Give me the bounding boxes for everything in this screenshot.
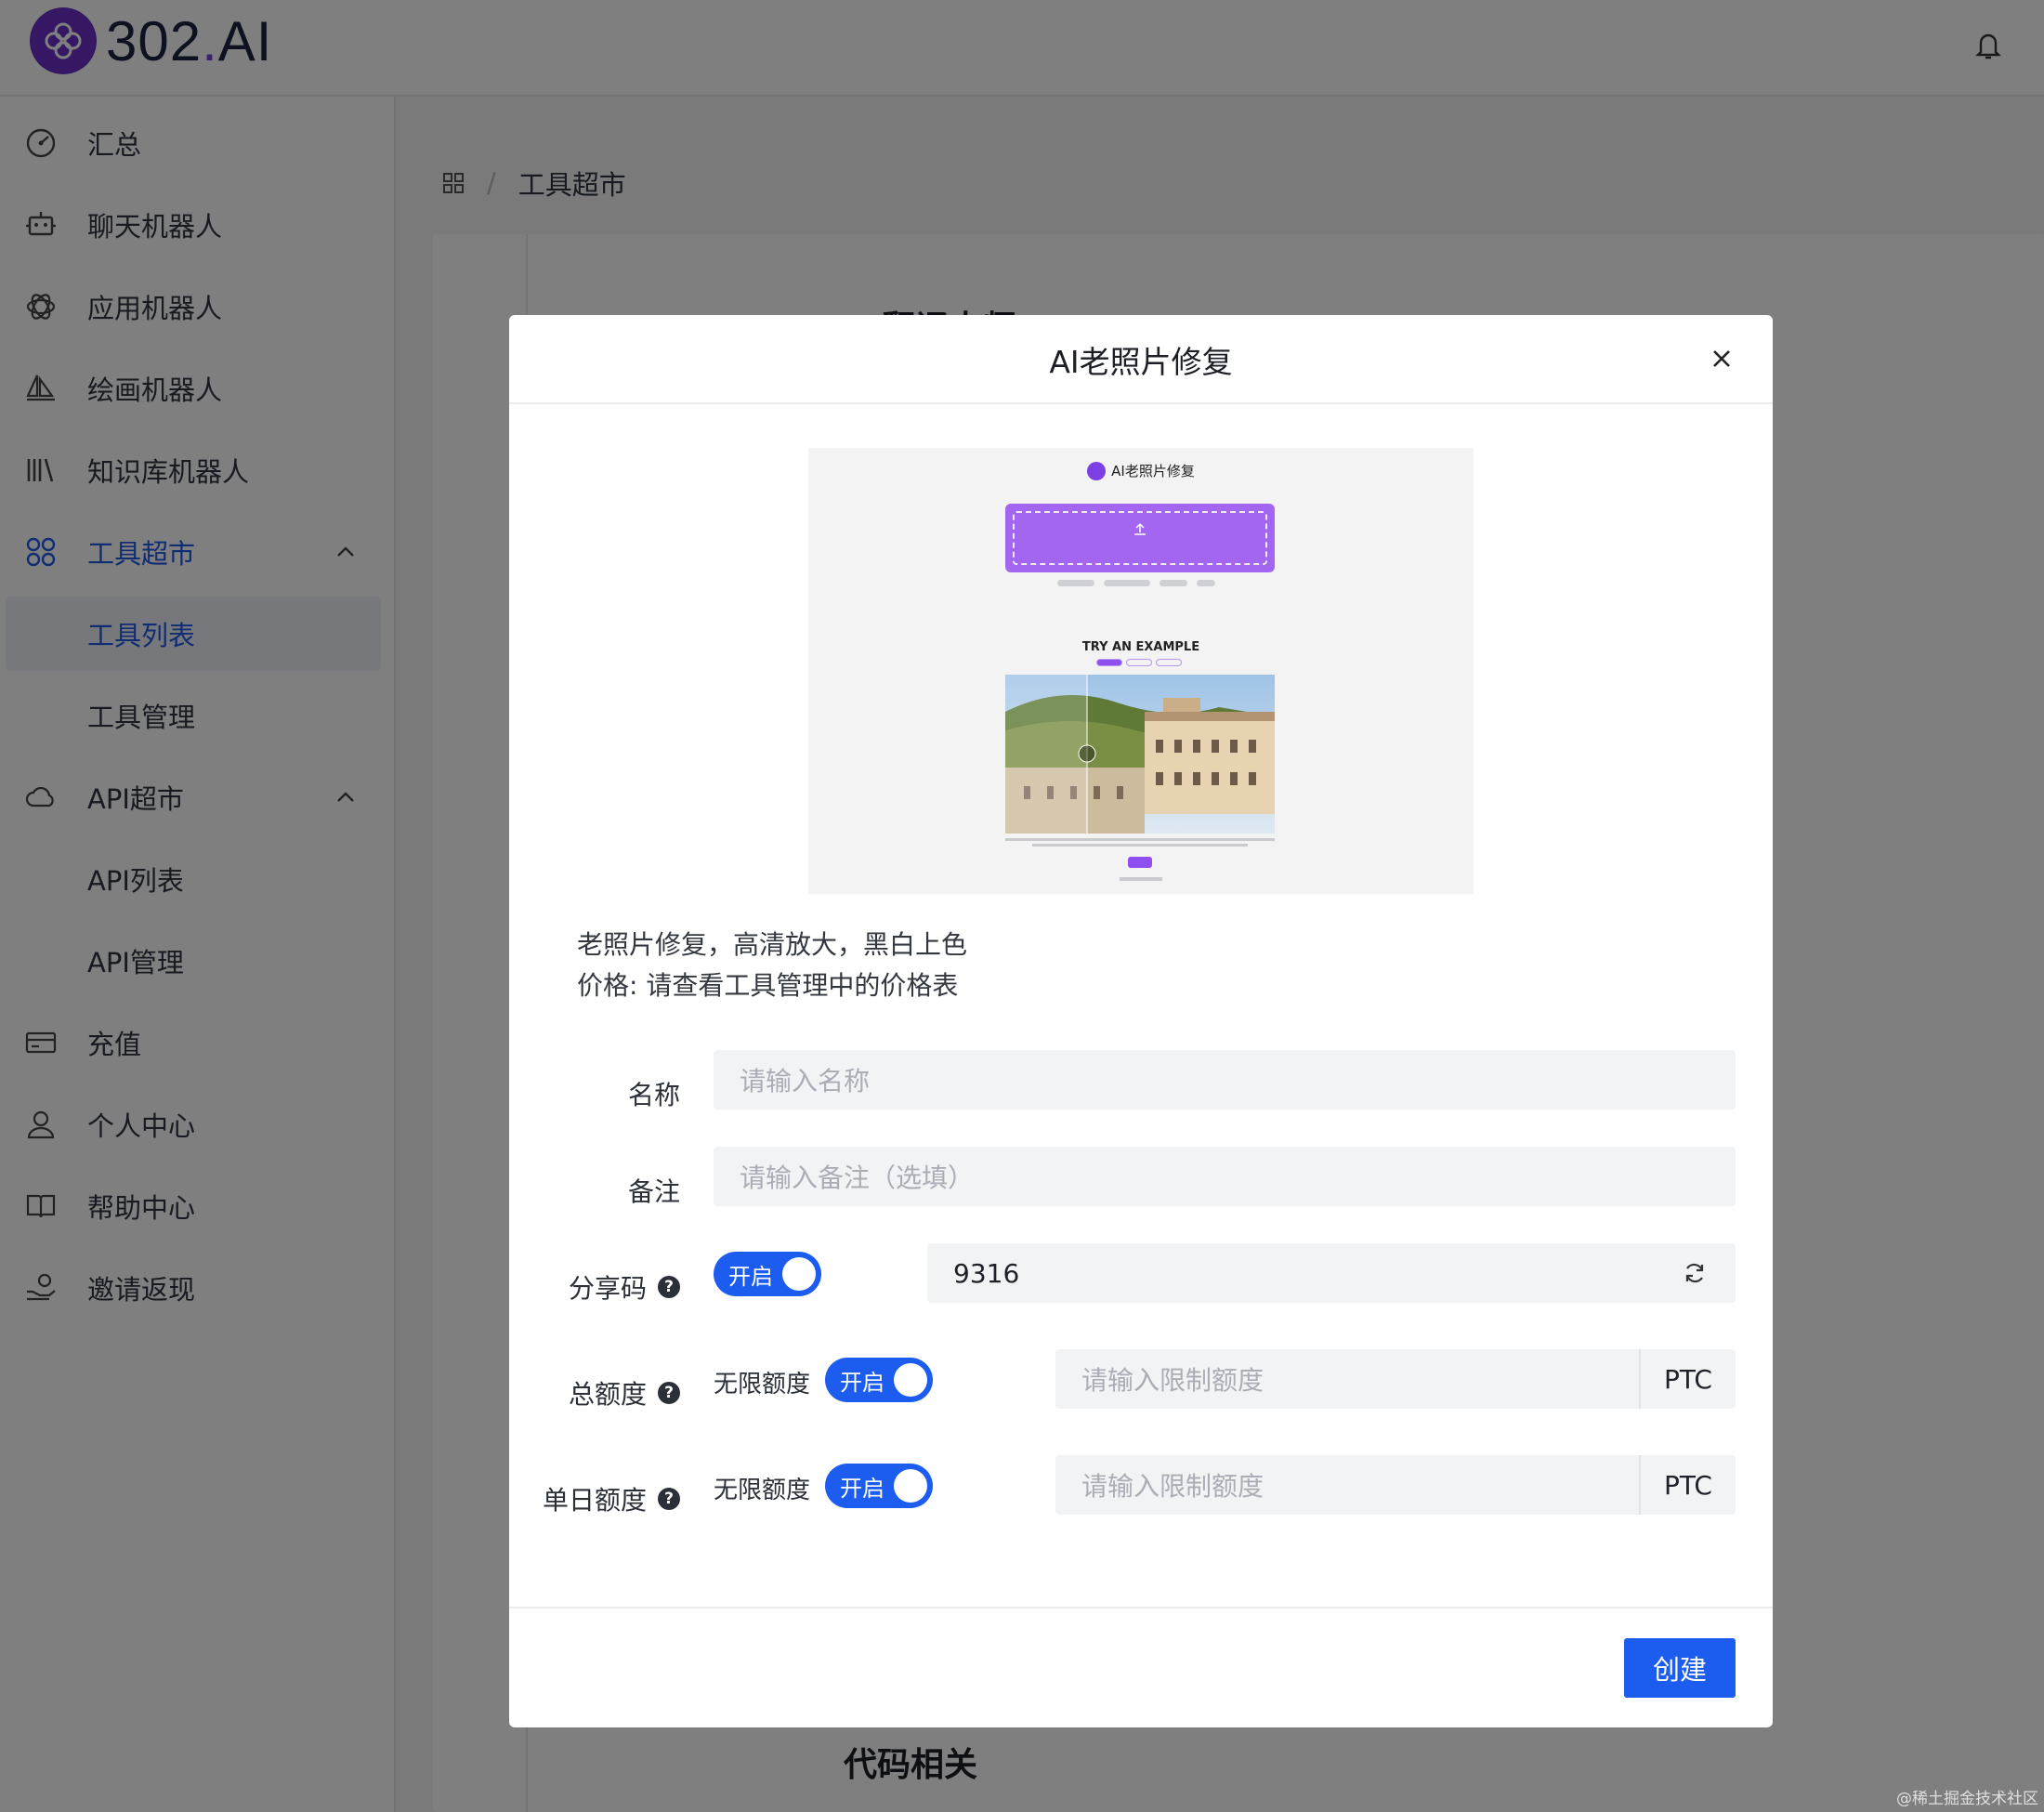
create-tool-modal: AI老照片修复 AI老照片修复 TRY AN EXAMPLE 老照片修复，高清放… [509,315,1773,1727]
close-icon[interactable] [1708,345,1736,373]
daily-unlimited-label: 无限额度 [714,1477,811,1504]
name-input[interactable]: 请输入名称 [714,1050,1736,1110]
daily-quota-label: 单日额度 ? [543,1469,680,1529]
help-icon[interactable]: ? [658,1488,680,1510]
note-input[interactable]: 请输入备注（选填） [714,1147,1736,1206]
preview-photo [1005,675,1275,834]
preview-try-label: TRY AN EXAMPLE [1081,640,1200,654]
refresh-icon[interactable] [1682,1260,1708,1286]
preview-button [1128,857,1152,868]
help-icon[interactable]: ? [658,1276,680,1298]
modal-header: AI老照片修复 [509,315,1773,404]
total-quota-unit: PTC [1639,1349,1736,1409]
modal-footer: 创建 [509,1607,1773,1727]
preview-caption [1005,838,1275,851]
preview-upload-area [1005,504,1275,572]
preview-controls [1057,578,1225,587]
daily-unlimited-toggle[interactable]: 开启 [825,1464,933,1508]
total-quota-label: 总额度 ? [569,1363,680,1423]
upload-icon [1134,522,1146,535]
share-code-input[interactable]: 9316 [927,1243,1736,1303]
tool-description: 老照片修复，高清放大，黑白上色 价格: 请查看工具管理中的价格表 [577,929,968,1001]
preview-title: AI老照片修复 [808,461,1474,480]
create-button[interactable]: 创建 [1624,1638,1736,1698]
total-quota-input[interactable]: 请输入限制额度 PTC [1055,1349,1736,1409]
total-unlimited-toggle[interactable]: 开启 [825,1358,933,1402]
daily-quota-unit: PTC [1639,1455,1736,1515]
share-code-label: 分享码 ? [569,1257,680,1317]
share-code-toggle[interactable]: 开启 [714,1252,821,1296]
note-label: 备注 [627,1176,680,1207]
modal-title: AI老照片修复 [1049,344,1233,380]
preview-logo-icon [1087,461,1107,480]
preview-tabs [1096,659,1182,666]
total-unlimited-label: 无限额度 [714,1371,811,1398]
watermark: @稀土掘金技术社区 [1896,1790,2038,1808]
tool-preview-image: AI老照片修复 TRY AN EXAMPLE [808,448,1474,894]
preview-footer [1120,877,1162,881]
name-label: 名称 [627,1080,680,1110]
daily-quota-input[interactable]: 请输入限制额度 PTC [1055,1455,1736,1515]
help-icon[interactable]: ? [658,1382,680,1404]
